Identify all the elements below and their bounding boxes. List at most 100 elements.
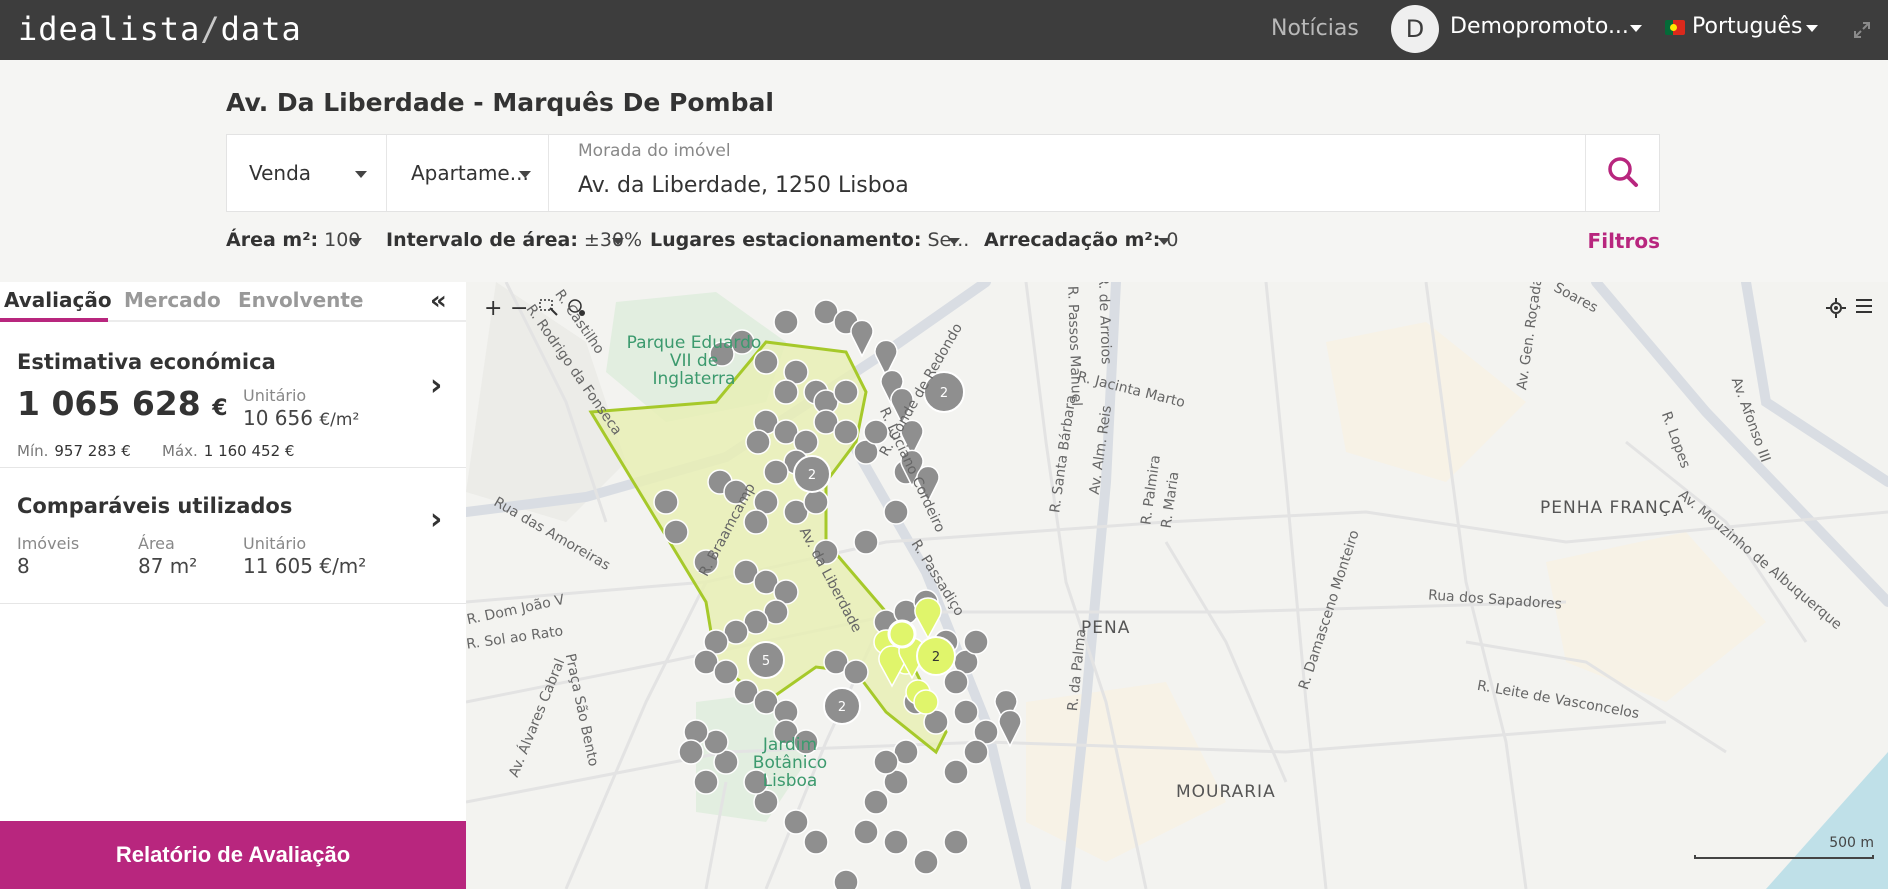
filters-link[interactable]: Filtros [1588,229,1660,253]
property-marker[interactable] [693,769,719,795]
unit-price-label: Unitário [243,386,307,405]
chevron-right-icon[interactable]: › [430,368,442,403]
property-marker[interactable] [783,809,809,835]
property-marker[interactable] [773,309,799,335]
comparables-area-label: Área [138,534,175,553]
property-marker[interactable] [773,379,799,405]
property-marker[interactable] [713,659,739,685]
logo-slash: / [200,10,221,48]
park-label-jardim-botanico: Jardim Botânico Lisboa [752,735,828,791]
property-marker[interactable] [943,829,969,855]
area-filter-label: Área m²: [226,229,319,251]
unit-price-suffix: €/m² [319,410,360,430]
property-marker[interactable] [943,669,969,695]
property-marker[interactable] [853,819,879,845]
property-marker[interactable] [653,489,679,515]
comparables-unit-value: 11 605 €/m² [243,554,367,578]
estimate-currency: € [212,396,228,421]
tab-avaliacao[interactable]: Avaliação [4,288,112,312]
property-marker[interactable] [883,499,909,525]
property-marker[interactable] [843,659,869,685]
storage-filter-label: Arrecadação m²: [984,229,1161,251]
area-label-mouraria: MOURARIA [1176,782,1276,802]
property-pin[interactable] [998,709,1022,748]
language-selector[interactable]: Português [1692,14,1802,39]
logo-main: idealista [18,10,201,48]
scale-bar [1694,855,1874,859]
search-form: Venda Apartame... Morada do imóvel [226,134,1660,212]
comparables-area-value: 87 m² [138,554,198,578]
park-label-eduardo-vii: Parque Eduardo VII de Inglaterra [626,333,762,389]
chevron-down-icon[interactable] [1806,25,1818,32]
property-marker[interactable] [745,429,771,455]
operation-select[interactable]: Venda [227,135,387,211]
property-marker[interactable] [833,869,859,889]
collapse-panel-icon[interactable]: « [430,286,447,316]
property-pin[interactable] [850,319,874,358]
property-marker[interactable] [883,829,909,855]
comparables-title: Comparáveis utilizados [17,494,293,518]
max-value: Máx. 1 160 452 € [162,442,294,460]
min-value: Mín. 957 283 € [17,442,131,460]
property-marker[interactable] [678,739,704,765]
area-filter[interactable]: Área m²: 100 [226,229,362,251]
tab-mercado[interactable]: Mercado [124,288,221,312]
scale-label: 500 m [1829,835,1874,851]
property-marker[interactable] [663,519,689,545]
property-marker[interactable] [913,849,939,875]
subject-property-icon[interactable] [887,619,917,649]
layers-menu-icon[interactable] [1854,296,1874,322]
chevron-right-icon[interactable]: › [430,502,442,537]
portugal-flag-icon [1665,20,1685,35]
property-marker[interactable] [953,699,979,725]
estimate-card[interactable]: Estimativa económica 1 065 628 € Unitári… [0,322,466,468]
top-bar: idealista/data Notícias D Demopromoto...… [0,0,1888,60]
estimate-title: Estimativa económica [17,350,276,374]
property-marker[interactable] [833,419,859,445]
page-title: Av. Da Liberdade - Marquês De Pombal [226,88,774,117]
chevron-down-icon[interactable] [1630,25,1642,32]
property-marker[interactable] [803,829,829,855]
address-input[interactable] [578,169,1498,201]
search-button[interactable] [1585,135,1659,211]
property-marker[interactable] [963,739,989,765]
tab-envolvente[interactable]: Envolvente [238,288,364,312]
property-marker[interactable] [873,749,899,775]
zoom-in-button[interactable]: + [484,296,502,321]
property-marker[interactable] [863,789,889,815]
app-logo[interactable]: idealista/data [18,10,302,48]
property-marker[interactable] [763,459,789,485]
search-icon [1608,157,1638,187]
max-label: Máx. [162,442,198,460]
property-marker[interactable] [963,629,989,655]
user-menu[interactable]: Demopromoto... [1450,14,1629,39]
parking-filter[interactable]: Lugares estacionamento: Se... [650,229,969,251]
news-link[interactable]: Notícias [1271,16,1359,41]
interval-filter-label: Intervalo de área: [386,229,578,251]
properties-label: Imóveis [17,534,80,553]
comparable-pin[interactable] [914,597,942,640]
expand-icon[interactable] [1852,20,1872,40]
property-type-value: Apartame... [411,161,529,185]
property-marker[interactable] [943,759,969,785]
property-type-select[interactable]: Apartame... [387,135,549,211]
cluster-count: 2 [940,386,948,401]
comparables-unit-label: Unitário [243,534,307,553]
comparable-marker[interactable] [913,689,939,715]
property-marker[interactable] [803,489,829,515]
address-label: Morada do imóvel [578,141,731,161]
valuation-panel: Avaliação Mercado Envolvente « Estimativ… [0,282,466,889]
cluster-count: 2 [838,700,846,715]
locate-icon[interactable] [1826,298,1846,324]
property-marker[interactable] [833,379,859,405]
area-interval-filter[interactable]: Intervalo de área: ±30% [386,229,642,251]
property-marker[interactable] [743,509,769,535]
avatar[interactable]: D [1391,5,1439,53]
valuation-report-button[interactable]: Relatório de Avaliação [0,821,466,889]
min-amount: 957 283 € [54,442,131,460]
comparables-card[interactable]: Comparáveis utilizados Imóveis 8 Área 87… [0,468,466,604]
cluster-count: 2 [808,468,816,483]
property-marker[interactable] [853,529,879,555]
map-view[interactable]: 22522 + − PENHA FRANÇA PENA MOURARIA Par… [466,282,1888,889]
storage-filter[interactable]: Arrecadação m²: 0 [984,229,1178,251]
